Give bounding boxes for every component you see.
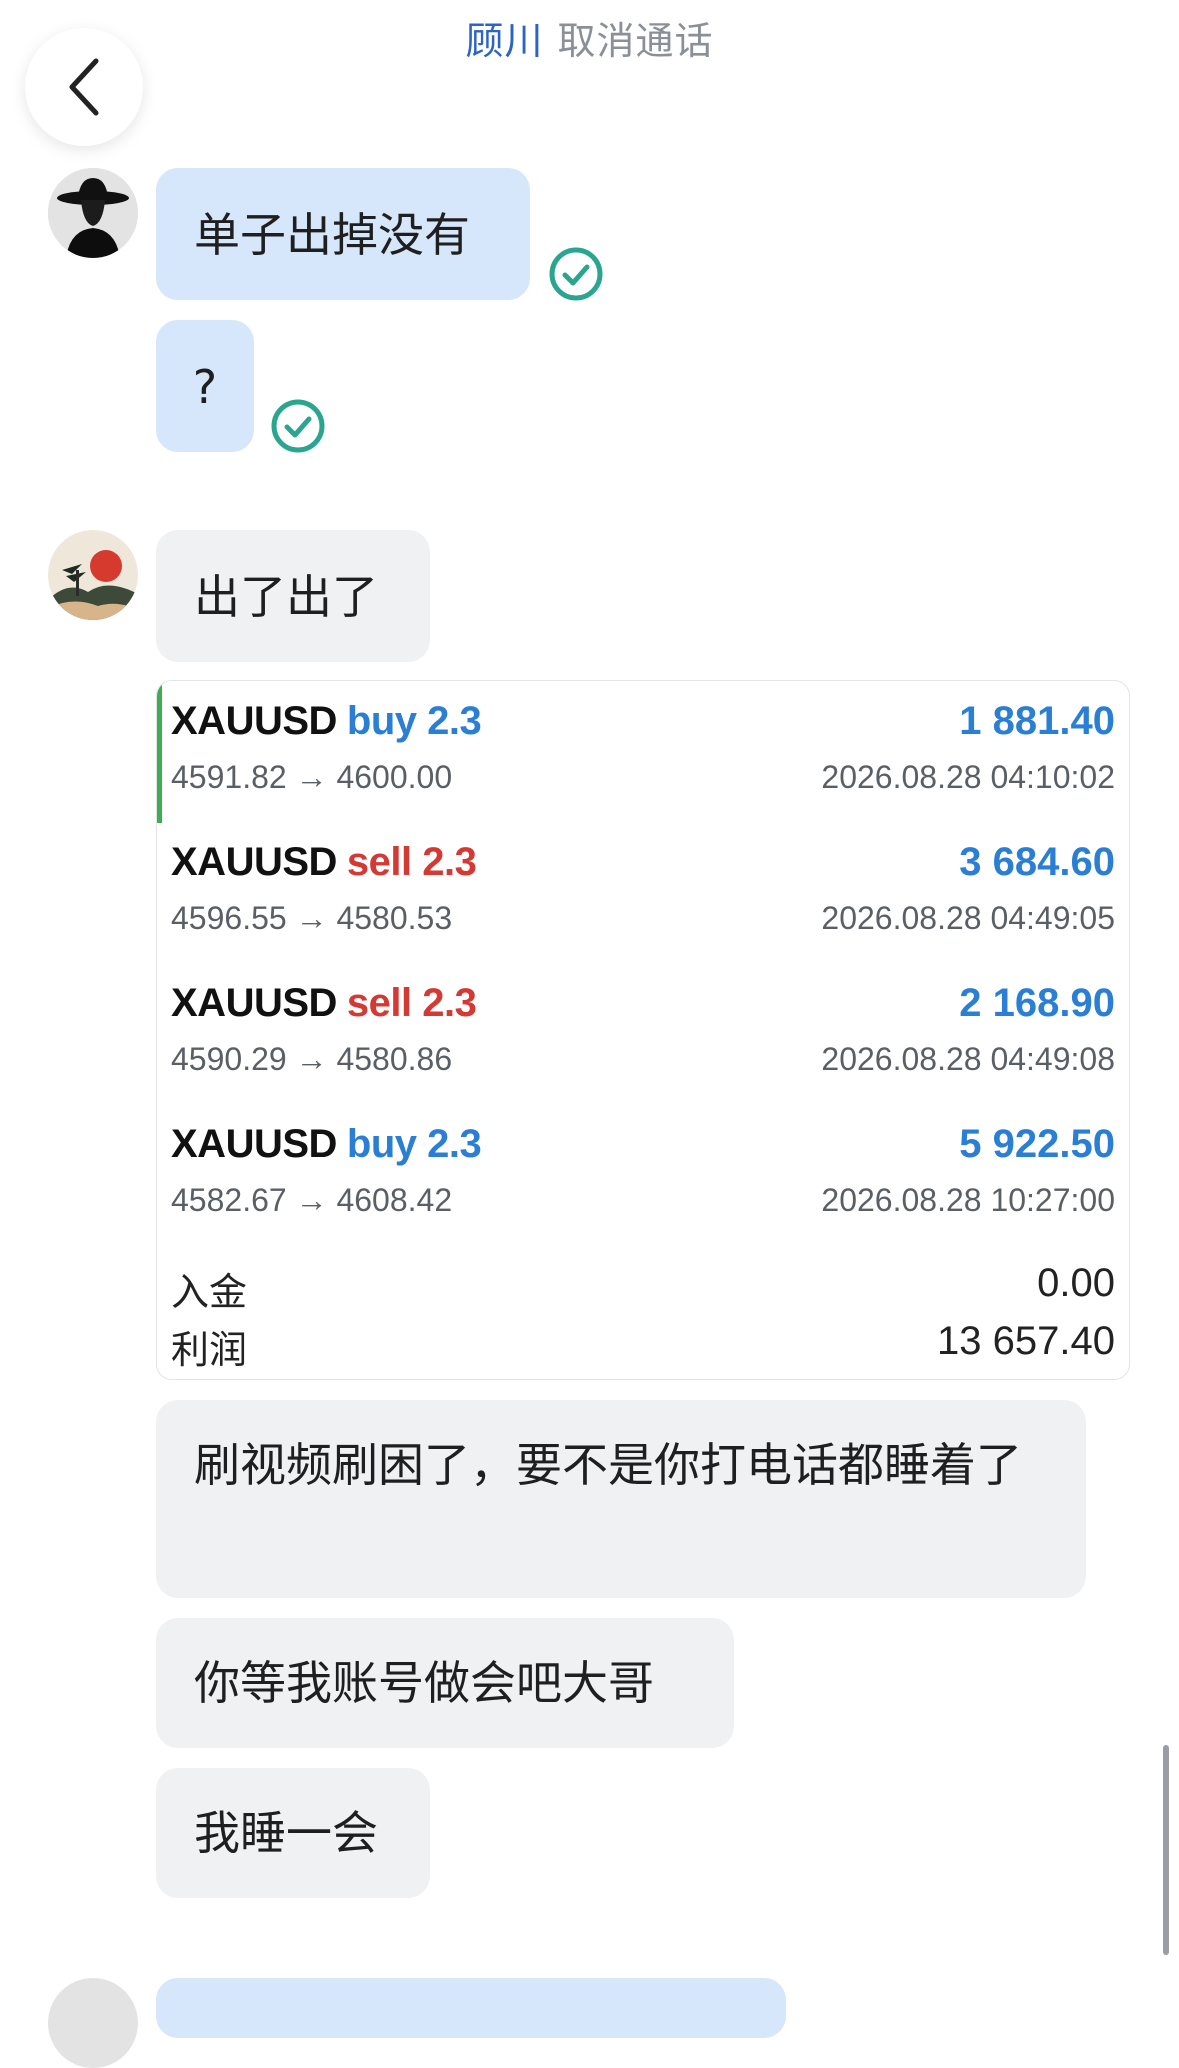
- hat-figure-icon: [48, 168, 138, 258]
- message-text: 我睡一会: [194, 1806, 378, 1860]
- call-banner[interactable]: 顾川 取消通话: [0, 10, 1179, 65]
- message-bubble-sent-partial[interactable]: [156, 1978, 786, 2038]
- side-text: sell: [346, 981, 412, 1025]
- message-bubble-sent[interactable]: ?: [156, 320, 254, 452]
- trade-profit: 5 922.50: [959, 1122, 1115, 1166]
- message-bubble-received[interactable]: 刷视频刷困了，要不是你打电话都睡着了: [156, 1400, 1086, 1598]
- profit-row: 利润 13 657.40: [171, 1319, 1115, 1375]
- trade-side: buy 2.3: [346, 699, 482, 743]
- message-bubble-received[interactable]: 你等我账号做会吧大哥: [156, 1618, 734, 1748]
- message-text: 你等我账号做会吧大哥: [194, 1656, 654, 1710]
- trade-time: 2026.08.28 04:10:02: [821, 759, 1115, 795]
- side-text: buy: [346, 1122, 417, 1166]
- trade-prices: 4596.55 → 4580.53: [171, 900, 453, 936]
- scrollbar[interactable]: [1163, 1745, 1169, 1955]
- symbol-text: XAUUSD: [171, 1122, 337, 1166]
- trade-history-card[interactable]: XAUUSD buy 2.3 4591.82 → 4600.00 1 881.40…: [156, 680, 1130, 1380]
- deposit-value: 0.00: [1037, 1261, 1115, 1305]
- avatar-self[interactable]: [48, 168, 138, 258]
- avatar-contact[interactable]: [48, 530, 138, 620]
- message-text: 出了出了: [194, 570, 378, 624]
- symbol-text: XAUUSD: [171, 840, 337, 884]
- profit-label: 利润: [171, 1328, 248, 1372]
- cancel-call-link[interactable]: 取消通话: [558, 19, 714, 63]
- landscape-avatar-icon: [48, 530, 138, 620]
- trade-prices: 4582.67 → 4608.42: [171, 1182, 453, 1218]
- selected-accent-bar: [157, 683, 162, 823]
- trade-time: 2026.08.28 04:49:05: [821, 900, 1115, 936]
- trade-side: sell 2.3: [346, 981, 477, 1025]
- avatar-self-partial[interactable]: [48, 1978, 138, 2068]
- caller-name: 顾川: [465, 19, 544, 63]
- trade-symbol: XAUUSD sell 2.3: [171, 840, 477, 885]
- trade-symbol: XAUUSD buy 2.3: [171, 1122, 482, 1167]
- side-text: sell: [346, 840, 412, 884]
- deposit-label: 入金: [171, 1270, 248, 1314]
- trade-profit: 1 881.40: [959, 699, 1115, 743]
- chevron-left-icon: [69, 58, 99, 116]
- message-text: 单子出掉没有: [194, 208, 470, 262]
- deposit-row: 入金 0.00: [171, 1261, 1115, 1317]
- trade-row[interactable]: XAUUSD buy 2.3 4582.67 → 4608.42 5 922.50…: [171, 1104, 1115, 1224]
- trade-side: buy 2.3: [346, 1122, 482, 1166]
- back-button[interactable]: [25, 28, 143, 146]
- trade-prices: 4590.29 → 4580.86: [171, 1041, 453, 1077]
- trade-time: 2026.08.28 10:27:00: [821, 1182, 1115, 1218]
- trade-profit: 3 684.60: [959, 840, 1115, 884]
- trade-row[interactable]: XAUUSD sell 2.3 4596.55 → 4580.53 3 684.6…: [171, 822, 1115, 942]
- trade-profit: 2 168.90: [959, 981, 1115, 1025]
- message-text: ?: [192, 360, 218, 414]
- trade-row[interactable]: XAUUSD sell 2.3 4590.29 → 4580.86 2 168.9…: [171, 963, 1115, 1083]
- volume-text: 2.3: [427, 1122, 482, 1166]
- symbol-text: XAUUSD: [171, 699, 337, 743]
- message-bubble-received[interactable]: 我睡一会: [156, 1768, 430, 1898]
- message-text: 刷视频刷困了，要不是你打电话都睡着了: [194, 1438, 1022, 1492]
- check-circle-icon: [271, 399, 325, 453]
- trade-prices: 4591.82 → 4600.00: [171, 759, 453, 795]
- side-text: buy: [346, 699, 417, 743]
- symbol-text: XAUUSD: [171, 981, 337, 1025]
- trade-time: 2026.08.28 04:49:08: [821, 1041, 1115, 1077]
- volume-text: 2.3: [427, 699, 482, 743]
- message-bubble-sent[interactable]: 单子出掉没有: [156, 168, 530, 300]
- trade-symbol: XAUUSD sell 2.3: [171, 981, 477, 1026]
- trade-row[interactable]: XAUUSD buy 2.3 4591.82 → 4600.00 1 881.40…: [171, 681, 1115, 801]
- trade-symbol: XAUUSD buy 2.3: [171, 699, 482, 744]
- profit-total-value: 13 657.40: [937, 1319, 1115, 1363]
- message-bubble-received[interactable]: 出了出了: [156, 530, 430, 662]
- check-circle-icon: [549, 247, 603, 301]
- volume-text: 2.3: [422, 840, 477, 884]
- trade-side: sell 2.3: [346, 840, 477, 884]
- volume-text: 2.3: [422, 981, 477, 1025]
